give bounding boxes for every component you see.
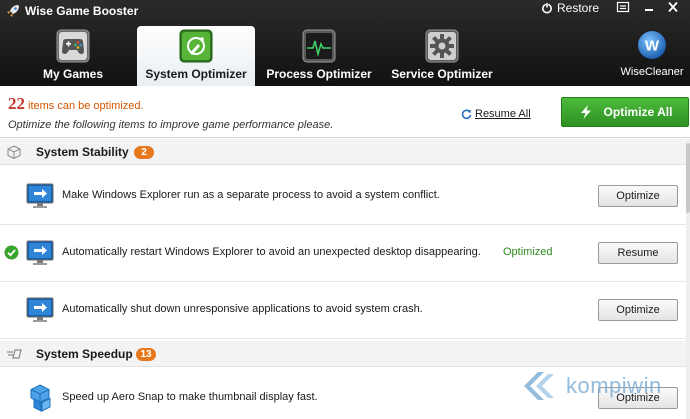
kompiwin-logo-icon xyxy=(524,372,554,400)
wisecleaner-logo-icon: W xyxy=(638,31,666,59)
tab-service-optimizer[interactable]: Service Optimizer xyxy=(387,26,497,86)
list-item: Automatically shut down unresponsive app… xyxy=(0,282,686,339)
tab-label: Process Optimizer xyxy=(266,67,372,81)
minimize-icon[interactable] xyxy=(642,1,656,13)
restore-label: Restore xyxy=(557,1,600,15)
brand-label: WiseCleaner xyxy=(620,66,684,78)
monitor-arrow-icon xyxy=(26,183,54,208)
restore-icon xyxy=(542,2,552,14)
system-optimizer-icon xyxy=(179,29,213,63)
optimize-all-label: Optimize All xyxy=(603,105,673,119)
optimize-button[interactable]: Optimize xyxy=(598,185,678,207)
tab-label: Service Optimizer xyxy=(391,67,493,81)
resume-all-label: Resume All xyxy=(475,108,531,120)
close-icon[interactable] xyxy=(666,1,680,13)
optimize-button[interactable]: Optimize xyxy=(598,299,678,321)
check-circle-icon xyxy=(4,245,19,260)
section-title: System Speedup xyxy=(36,347,133,361)
watermark: kompiwin xyxy=(520,368,662,404)
rocket-icon xyxy=(7,5,19,17)
summary-description: Optimize the following items to improve … xyxy=(8,119,334,131)
tab-my-games[interactable]: My Games xyxy=(30,26,116,86)
monitor-arrow-icon xyxy=(26,240,54,265)
monitor-arrow-icon xyxy=(26,297,54,322)
refresh-icon xyxy=(461,109,472,119)
section-title: System Stability xyxy=(36,145,129,159)
count-number: 22 xyxy=(8,94,25,113)
resume-all-link[interactable]: Resume All xyxy=(461,108,531,120)
app-title: Wise Game Booster xyxy=(25,4,139,18)
scrollbar-thumb[interactable] xyxy=(686,143,690,213)
section-header-system-stability[interactable]: System Stability 2 xyxy=(0,139,686,165)
tab-system-optimizer[interactable]: System Optimizer xyxy=(137,26,255,86)
menu-icon[interactable] xyxy=(616,1,630,13)
title-bar: Wise Game Booster Restore xyxy=(0,0,690,22)
watermark-text: kompiwin xyxy=(566,373,662,398)
tab-process-optimizer[interactable]: Process Optimizer xyxy=(264,26,374,86)
section-count-badge: 2 xyxy=(134,146,154,159)
tab-label: System Optimizer xyxy=(145,67,247,81)
app-header: Wise Game Booster Restore My Games Syste… xyxy=(0,0,690,86)
item-status: Optimized xyxy=(503,246,553,258)
cube-icon xyxy=(7,145,21,159)
list-item: Automatically restart Windows Explorer t… xyxy=(0,225,686,282)
wisecleaner-brand[interactable]: W WiseCleaner xyxy=(614,30,690,78)
resume-button[interactable]: Resume xyxy=(598,242,678,264)
count-text: items can be optimized. xyxy=(28,100,144,112)
section-header-system-speedup[interactable]: System Speedup 13 xyxy=(0,341,686,367)
restore-button[interactable]: Restore xyxy=(541,1,599,15)
item-description: Automatically restart Windows Explorer t… xyxy=(62,246,481,258)
item-description: Speed up Aero Snap to make thumbnail dis… xyxy=(62,391,318,403)
section-count-badge: 13 xyxy=(136,348,156,361)
gamepad-icon xyxy=(56,29,90,63)
gear-icon xyxy=(425,29,459,63)
item-description: Automatically shut down unresponsive app… xyxy=(62,303,423,315)
lightning-icon xyxy=(580,105,591,119)
process-monitor-icon xyxy=(302,29,336,63)
blue-blocks-icon xyxy=(30,384,51,412)
optimize-all-button[interactable]: Optimize All xyxy=(561,97,689,127)
item-description: Make Windows Explorer run as a separate … xyxy=(62,189,440,201)
list-item: Make Windows Explorer run as a separate … xyxy=(0,168,686,225)
brand-logo-letter: W xyxy=(645,38,660,55)
scrollbar[interactable] xyxy=(686,139,690,419)
tab-label: My Games xyxy=(42,67,104,81)
speed-lines-icon xyxy=(7,349,22,359)
optimizable-count: 22 items can be optimized. xyxy=(8,94,144,114)
